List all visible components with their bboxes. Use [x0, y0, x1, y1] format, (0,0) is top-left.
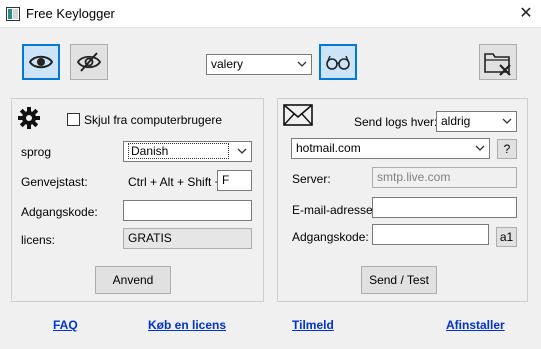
signup-link[interactable]: Tilmeld [292, 318, 334, 332]
close-icon: ✕ [519, 5, 533, 22]
eye-icon [29, 55, 53, 69]
send-logs-value: aldrig [441, 114, 471, 128]
envelope-icon [283, 104, 313, 129]
folder-delete-icon [484, 53, 511, 76]
send-logs-select[interactable]: aldrig [436, 111, 517, 132]
email-label: E-mail-adresse: [292, 203, 377, 217]
faq-link[interactable]: FAQ [53, 318, 78, 332]
help-button-label: ? [503, 142, 511, 156]
server-field: smtp.live.com [372, 167, 517, 188]
gear-icon [17, 106, 41, 133]
server-value: smtp.live.com [377, 170, 451, 184]
title-bar: Free Keylogger ✕ [0, 0, 541, 28]
user-select-value: valery [211, 57, 244, 71]
chevron-down-icon [237, 148, 247, 154]
license-field: GRATIS [123, 228, 252, 249]
show-password-button-label: a1 [499, 230, 514, 244]
language-label: sprog [21, 145, 52, 159]
hide-button[interactable] [70, 44, 108, 80]
help-button[interactable]: ? [497, 139, 517, 159]
provider-select[interactable]: hotmail.com [291, 138, 490, 159]
send-test-button[interactable]: Send / Test [361, 266, 437, 294]
send-test-button-label: Send / Test [369, 273, 429, 287]
provider-value: hotmail.com [296, 141, 361, 155]
send-logs-label: Send logs hver: [354, 115, 438, 129]
glasses-icon [326, 55, 350, 70]
show-password-button[interactable]: a1 [496, 227, 517, 247]
close-button[interactable]: ✕ [511, 0, 541, 28]
app-icon [6, 7, 20, 21]
hotkey-key-value: F [222, 173, 230, 187]
chevron-down-icon [297, 61, 307, 67]
language-select[interactable]: Danish [123, 141, 252, 162]
license-value: GRATIS [128, 231, 172, 245]
hotkey-label: Genvejstast: [21, 175, 88, 189]
license-label: licens: [21, 233, 56, 247]
hide-checkbox[interactable] [67, 113, 80, 126]
apply-button-label: Anvend [112, 273, 154, 287]
chevron-down-icon [475, 145, 485, 151]
apply-button[interactable]: Anvend [95, 266, 171, 294]
password-input[interactable] [123, 200, 252, 221]
eye-slash-icon [77, 52, 101, 72]
hide-label: Skjul fra computerbrugere [84, 113, 223, 127]
server-label: Server: [292, 172, 331, 186]
buy-license-link[interactable]: Køb en licens [148, 318, 226, 332]
smtp-password-label: Adgangskode: [292, 230, 369, 244]
clear-logs-button[interactable] [479, 44, 517, 80]
user-select[interactable]: valery [206, 54, 312, 75]
password-label: Adgangskode: [21, 205, 98, 219]
hotkey-key-input[interactable]: F [217, 170, 252, 191]
smtp-password-input[interactable] [372, 224, 489, 245]
window-title: Free Keylogger [26, 6, 115, 21]
language-select-value: Danish [128, 143, 230, 159]
show-button[interactable] [22, 44, 60, 80]
view-logs-button[interactable] [319, 44, 357, 80]
chevron-down-icon [502, 118, 512, 124]
hotkey-prefix: Ctrl + Alt + Shift + [128, 175, 222, 189]
email-input[interactable] [372, 197, 517, 218]
uninstall-link[interactable]: Afinstaller [446, 318, 505, 332]
